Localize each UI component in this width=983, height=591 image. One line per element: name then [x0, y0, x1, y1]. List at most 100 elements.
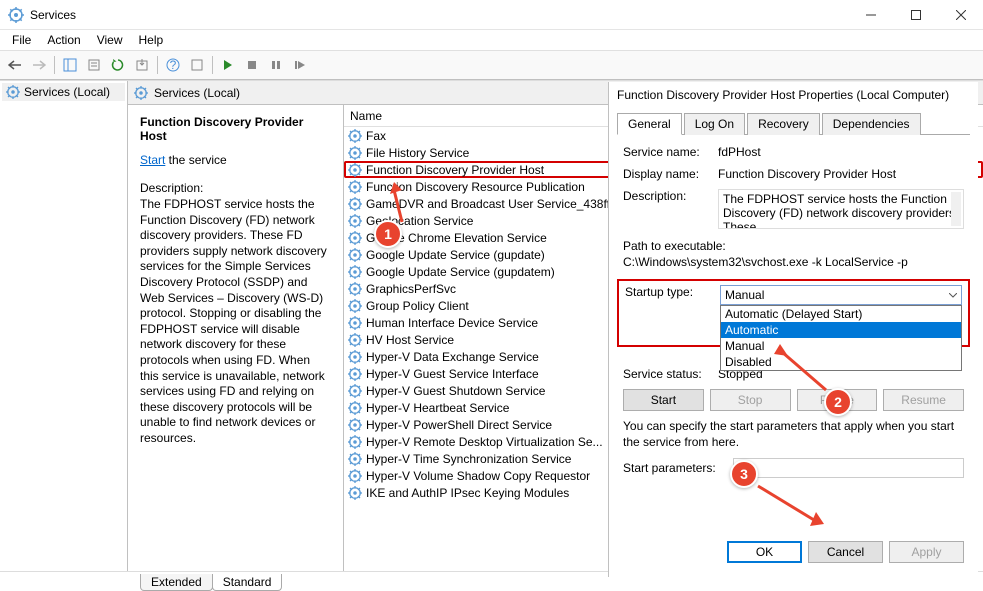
restart-service-button[interactable] [289, 54, 311, 76]
startup-type-combo[interactable]: Manual [720, 285, 962, 305]
menu-bar: File Action View Help [0, 30, 983, 50]
title-bar: Services [0, 0, 983, 30]
annotation-1: 1 [374, 220, 402, 248]
service-name-value: fdPHost [718, 145, 964, 159]
gear-icon [6, 85, 20, 99]
description-label: Description: [623, 189, 718, 203]
tree-item-services-local[interactable]: Services (Local) [2, 83, 125, 101]
gear-icon [348, 248, 362, 262]
tab-recovery[interactable]: Recovery [747, 113, 820, 135]
resume-button[interactable]: Resume [883, 389, 964, 411]
startup-type-dropdown: Automatic (Delayed Start)AutomaticManual… [720, 305, 962, 371]
combo-option[interactable]: Manual [721, 338, 961, 354]
path-value: C:\Windows\system32\svchost.exe -k Local… [623, 255, 964, 269]
tab-standard[interactable]: Standard [212, 574, 283, 591]
list-item-label: IKE and AuthIP IPsec Keying Modules [366, 486, 569, 500]
start-service-button[interactable] [217, 54, 239, 76]
back-button[interactable] [4, 54, 26, 76]
combo-option[interactable]: Automatic [721, 322, 961, 338]
props-button-2[interactable] [186, 54, 208, 76]
gear-icon [348, 486, 362, 500]
maximize-button[interactable] [893, 0, 938, 30]
tab-logon[interactable]: Log On [684, 113, 745, 135]
description-text: The FDPHOST service hosts the Function D… [140, 197, 331, 447]
start-link[interactable]: Start [140, 153, 165, 167]
dialog-tabs: General Log On Recovery Dependencies [617, 112, 970, 135]
description-box[interactable]: The FDPHOST service hosts the Function D… [718, 189, 964, 229]
list-item-label: Hyper-V Heartbeat Service [366, 401, 509, 415]
description-label: Description: [140, 181, 331, 195]
minimize-button[interactable] [848, 0, 893, 30]
show-hide-tree-button[interactable] [59, 54, 81, 76]
annotation-arrow-1 [390, 182, 420, 226]
list-item-label: Hyper-V Time Synchronization Service [366, 452, 571, 466]
stop-service-button[interactable] [241, 54, 263, 76]
path-label: Path to executable: [623, 239, 964, 253]
tab-extended[interactable]: Extended [140, 574, 213, 591]
tree-panel: Services (Local) [0, 81, 128, 571]
service-status-label: Service status: [623, 367, 718, 381]
gear-icon [348, 316, 362, 330]
chevron-down-icon [949, 293, 957, 298]
combo-option[interactable]: Automatic (Delayed Start) [721, 306, 961, 322]
forward-button[interactable] [28, 54, 50, 76]
gear-icon [348, 146, 362, 160]
gear-icon [348, 401, 362, 415]
gear-icon [348, 265, 362, 279]
cancel-button[interactable]: Cancel [808, 541, 883, 563]
list-item-label: Google Update Service (gupdatem) [366, 265, 555, 279]
list-item-label: Function Discovery Provider Host [366, 163, 544, 177]
display-name-value: Function Discovery Provider Host [718, 167, 964, 181]
menu-view[interactable]: View [89, 31, 131, 49]
tree-item-label: Services (Local) [24, 85, 110, 99]
gear-icon [348, 197, 362, 211]
tab-dependencies[interactable]: Dependencies [822, 113, 921, 135]
gear-icon [348, 180, 362, 194]
display-name-label: Display name: [623, 167, 718, 181]
close-button[interactable] [938, 0, 983, 30]
ok-button[interactable]: OK [727, 541, 802, 563]
panel-header-title: Services (Local) [154, 86, 240, 100]
list-item-label: Hyper-V Guest Service Interface [366, 367, 539, 381]
gear-icon [134, 86, 148, 100]
list-item-label: File History Service [366, 146, 469, 160]
start-parameters-label: Start parameters: [623, 461, 733, 475]
gear-icon [348, 350, 362, 364]
list-item-label: Hyper-V Guest Shutdown Service [366, 384, 545, 398]
export-button[interactable] [131, 54, 153, 76]
app-icon [8, 7, 24, 23]
menu-action[interactable]: Action [39, 31, 88, 49]
start-parameters-input[interactable] [733, 458, 964, 478]
service-name-label: Service name: [623, 145, 718, 159]
start-button[interactable]: Start [623, 389, 704, 411]
gear-icon [348, 299, 362, 313]
toolbar: ? [0, 50, 983, 80]
annotation-3: 3 [730, 460, 758, 488]
gear-icon [348, 418, 362, 432]
startup-highlight-box: Startup type: Manual Automatic (Delayed … [617, 279, 970, 347]
list-item-label: GraphicsPerfSvc [366, 282, 456, 296]
start-suffix: the service [165, 153, 226, 167]
refresh-button[interactable] [107, 54, 129, 76]
startup-type-label: Startup type: [625, 285, 720, 299]
properties-button[interactable] [83, 54, 105, 76]
list-item-label: Hyper-V Volume Shadow Copy Requestor [366, 469, 590, 483]
list-item-label: Google Update Service (gupdate) [366, 248, 545, 262]
help-button[interactable]: ? [162, 54, 184, 76]
menu-file[interactable]: File [4, 31, 39, 49]
pause-service-button[interactable] [265, 54, 287, 76]
gear-icon [348, 282, 362, 296]
gear-icon [348, 452, 362, 466]
service-title: Function Discovery Provider Host [140, 115, 331, 143]
window-title: Services [30, 8, 848, 22]
list-item-label: Hyper-V Remote Desktop Virtualization Se… [366, 435, 603, 449]
svg-text:?: ? [170, 58, 177, 72]
gear-icon [348, 384, 362, 398]
apply-button[interactable]: Apply [889, 541, 964, 563]
combo-option[interactable]: Disabled [721, 354, 961, 370]
tab-general[interactable]: General [617, 113, 682, 135]
gear-icon [348, 214, 362, 228]
menu-help[interactable]: Help [131, 31, 172, 49]
list-item-label: HV Host Service [366, 333, 454, 347]
dialog-title: Function Discovery Provider Host Propert… [609, 82, 978, 108]
